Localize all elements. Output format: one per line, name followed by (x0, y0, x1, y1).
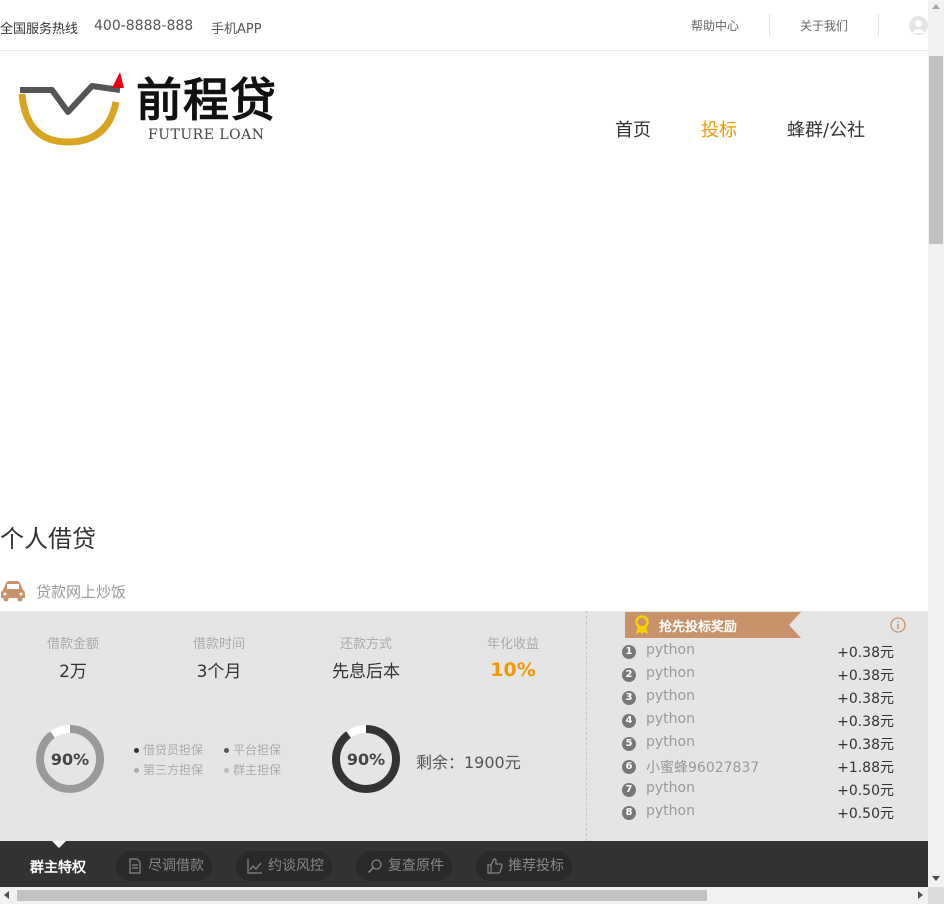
rank-badge: 1 (622, 645, 636, 659)
rank-user: python (646, 665, 695, 681)
stat-label-amount: 借款金额 (46, 637, 99, 652)
rank-amount: +0.38元 (837, 645, 894, 661)
car-icon (1, 581, 25, 602)
nav-community[interactable]: 蜂群/公社 (787, 116, 865, 142)
info-icon[interactable] (890, 617, 906, 633)
medal-icon (635, 615, 649, 634)
divider (769, 14, 770, 36)
tab-risk-interview[interactable]: 约谈风控 (236, 851, 332, 881)
page-title: 个人借贷 (0, 525, 96, 553)
rank-amount: +1.88元 (837, 760, 894, 776)
chart-icon (247, 859, 262, 874)
scroll-right-arrow-icon[interactable] (918, 891, 923, 899)
rank-badge: 4 (622, 714, 636, 728)
rank-user: python (646, 780, 695, 796)
divider (586, 611, 587, 841)
about-us-link[interactable]: 关于我们 (800, 17, 848, 34)
tab-due-diligence[interactable]: 尽调借款 (116, 851, 212, 881)
top-bar: 全国服务热线 400-8888-888 手机APP 帮助中心 关于我们 (0, 0, 928, 51)
tab-recommend-bid[interactable]: 推荐投标 (476, 851, 572, 881)
reward-row: 6 小蜜蜂96027837 +1.88元 (622, 757, 894, 777)
rank-amount: +0.38元 (837, 737, 894, 753)
rank-user: python (646, 711, 695, 727)
nav-invest[interactable]: 投标 (701, 116, 737, 142)
stat-value-amount: 2万 (59, 662, 87, 682)
rank-user: python (646, 642, 695, 658)
help-center-link[interactable]: 帮助中心 (691, 17, 739, 34)
rank-amount: +0.50元 (837, 806, 894, 822)
tab-owner-privilege[interactable]: 群主特权 (30, 857, 86, 877)
rank-user: 小蜜蜂96027837 (646, 760, 760, 776)
dot-icon (134, 768, 139, 773)
reward-title: 抢先投标奖励 (659, 620, 738, 635)
vertical-scrollbar[interactable] (928, 0, 944, 887)
rank-amount: +0.38元 (837, 691, 894, 707)
scroll-up-arrow-icon[interactable] (932, 4, 940, 9)
rank-badge: 6 (622, 760, 636, 774)
reward-row: 1 python +0.38元 (622, 642, 894, 662)
rank-badge: 7 (622, 783, 636, 797)
tab-review-originals[interactable]: 复查原件 (356, 851, 452, 881)
divider (878, 14, 879, 36)
reward-row: 8 python +0.50元 (622, 803, 894, 823)
scrollbar-thumb[interactable] (17, 890, 707, 901)
rank-user: python (646, 688, 695, 704)
reward-row: 4 python +0.38元 (622, 711, 894, 731)
scroll-left-arrow-icon[interactable] (4, 891, 9, 899)
guarantee-item: 平台担保 (224, 741, 281, 758)
rank-user: python (646, 734, 695, 750)
reward-row: 5 python +0.38元 (622, 734, 894, 754)
document-icon (129, 858, 141, 874)
guarantee-progress-label: 90% (50, 750, 90, 769)
thumbs-up-icon (487, 858, 503, 874)
dot-icon (224, 768, 229, 773)
rank-amount: +0.50元 (837, 783, 894, 799)
rank-badge: 3 (622, 691, 636, 705)
logo-text: 前程贷 (136, 73, 277, 127)
stat-value-yield: 10% (490, 659, 536, 681)
stat-label-yield: 年化收益 (486, 637, 539, 652)
reward-row: 2 python +0.38元 (622, 665, 894, 685)
stat-value-term: 3个月 (196, 662, 242, 682)
logo-subtext: FUTURE LOAN (148, 127, 265, 143)
guarantee-item: 借贷员担保 (134, 741, 203, 758)
stat-label-term: 借款时间 (192, 637, 245, 652)
scrollbar-corner (928, 887, 944, 904)
tab-pointer (52, 841, 66, 848)
user-avatar-icon[interactable] (909, 16, 928, 35)
mobile-app-link[interactable]: 手机APP (211, 18, 262, 37)
horizontal-scrollbar[interactable] (0, 887, 928, 904)
reward-row: 3 python +0.38元 (622, 688, 894, 708)
dot-icon (134, 748, 139, 753)
rank-badge: 8 (622, 806, 636, 820)
rank-user: python (646, 803, 695, 819)
nav-home[interactable]: 首页 (615, 116, 651, 142)
rank-badge: 5 (622, 737, 636, 751)
stat-label-repayment: 还款方式 (339, 637, 392, 652)
scroll-down-arrow-icon[interactable] (932, 876, 940, 881)
rank-amount: +0.38元 (837, 714, 894, 730)
guarantee-item: 群主担保 (224, 761, 281, 778)
funding-progress-label: 90% (346, 750, 386, 769)
scrollbar-thumb[interactable] (929, 56, 943, 244)
rank-amount: +0.38元 (837, 668, 894, 684)
hotline-number: 400-8888-888 (94, 18, 194, 34)
dot-icon (224, 748, 229, 753)
stat-value-repayment: 先息后本 (332, 662, 400, 682)
remaining-amount: 剩余：1900元 (416, 753, 521, 772)
reward-row: 7 python +0.50元 (622, 780, 894, 800)
rank-badge: 2 (622, 668, 636, 682)
guarantee-item: 第三方担保 (134, 761, 203, 778)
search-icon (367, 859, 382, 874)
loan-name: 贷款网上炒饭 (36, 583, 127, 601)
hotline-label: 全国服务热线 (0, 22, 79, 37)
